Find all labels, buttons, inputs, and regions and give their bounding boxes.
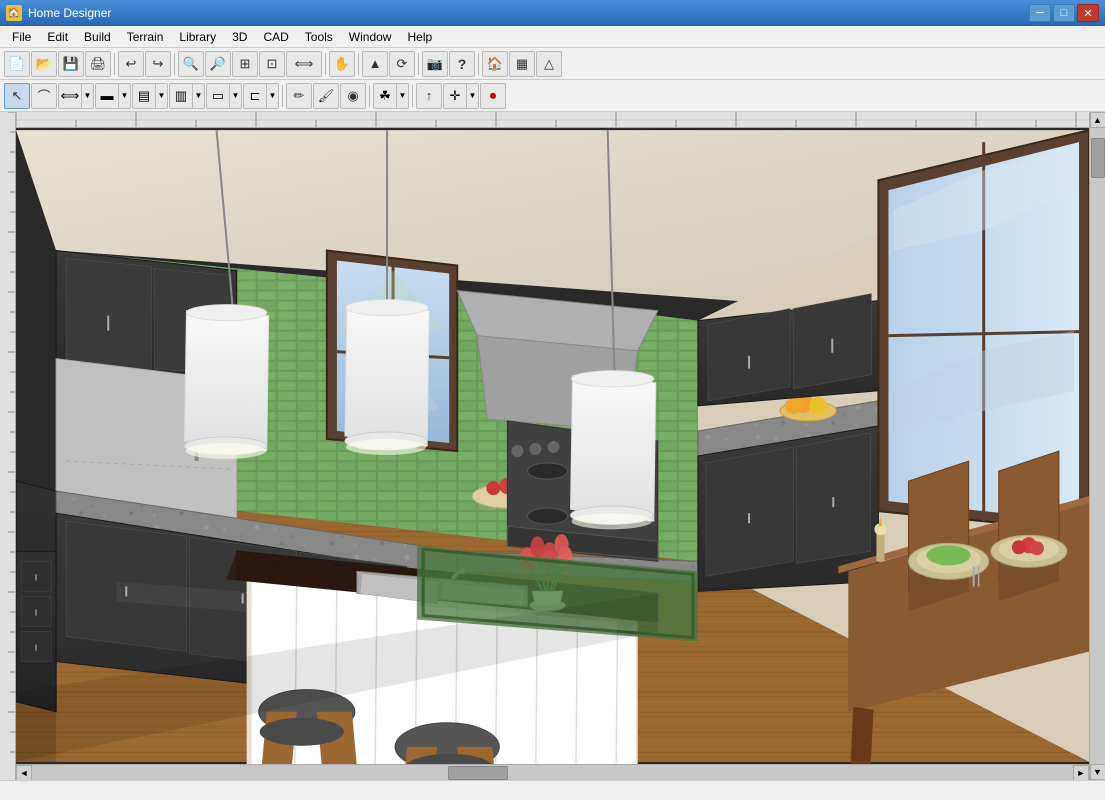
separator-2 <box>174 53 175 75</box>
toolbar-1: 📄 📂 💾 🖨 ↩ ↪ 🔍 🔎 ⊞ ⊡ ⟺ ✋ ▲ ⟳ 📷 ? 🏠 ▦ △ <box>0 48 1105 80</box>
transform-tool-dd[interactable]: ✛ ▼ <box>443 83 479 109</box>
fixture-dropdown-arrow: ▼ <box>266 84 278 108</box>
open-button[interactable]: 📂 <box>31 51 57 77</box>
select-tool[interactable]: ↖ <box>4 83 30 109</box>
zoom-in-button[interactable]: 🔍 <box>178 51 204 77</box>
menu-terrain[interactable]: Terrain <box>119 28 172 46</box>
title-bar: 🏠 Home Designer ─ □ ✕ <box>0 0 1105 26</box>
menu-cad[interactable]: CAD <box>255 28 296 46</box>
floor-plan-button[interactable]: ▦ <box>509 51 535 77</box>
appliance-tool-dd[interactable]: ▥ ▼ <box>169 83 205 109</box>
pan-button[interactable]: ✋ <box>329 51 355 77</box>
horizontal-scroll-track[interactable] <box>32 765 1073 780</box>
menu-3d[interactable]: 3D <box>224 28 255 46</box>
rotate-button[interactable]: ⟳ <box>389 51 415 77</box>
paint-tool[interactable]: 🖌 <box>313 83 339 109</box>
redo-button[interactable]: ↪ <box>145 51 171 77</box>
horizontal-scrollbar: ◄ ► <box>16 764 1089 780</box>
dimension-tool-dd[interactable]: ⟺ ▼ <box>58 83 94 109</box>
toolbar-2: ↖ ⌒ ⟺ ▼ ▬ ▼ ▤ ▼ ▥ ▼ ▭ ▼ ⊏ ▼ ✏ 🖌 ◉ ☘ ▼ ↑ … <box>0 80 1105 112</box>
cabinet-dropdown-arrow: ▼ <box>155 84 167 108</box>
menu-bar: File Edit Build Terrain Library 3D CAD T… <box>0 26 1105 48</box>
wall-icon: ▬ <box>96 84 118 108</box>
kitchen-render <box>16 128 1089 764</box>
menu-help[interactable]: Help <box>399 28 440 46</box>
horizontal-scroll-thumb[interactable] <box>448 766 508 780</box>
terrain-icon: ☘ <box>374 84 396 108</box>
separator-5 <box>418 53 419 75</box>
left-ruler <box>0 112 16 780</box>
menu-window[interactable]: Window <box>341 28 400 46</box>
print-button[interactable]: 🖨 <box>85 51 111 77</box>
fixture-tool-dd[interactable]: ⊏ ▼ <box>243 83 279 109</box>
3d-view[interactable] <box>16 128 1089 764</box>
door-dropdown-arrow: ▼ <box>229 84 241 108</box>
menu-library[interactable]: Library <box>171 28 224 46</box>
appliance-dropdown-arrow: ▼ <box>192 84 204 108</box>
menu-edit[interactable]: Edit <box>39 28 76 46</box>
dimension-dropdown-arrow: ▼ <box>81 84 93 108</box>
separator-4 <box>358 53 359 75</box>
appliance-icon: ▥ <box>170 84 192 108</box>
vertical-scroll-track[interactable] <box>1090 128 1105 764</box>
separator-t2-2 <box>369 85 370 107</box>
fit-button[interactable]: ⟺ <box>286 51 322 77</box>
zoom-out-button[interactable]: 🔎 <box>205 51 231 77</box>
undo-button[interactable]: ↩ <box>118 51 144 77</box>
window-controls: ─ □ ✕ <box>1029 4 1099 22</box>
separator-t2-1 <box>282 85 283 107</box>
cabinet-tool-dd[interactable]: ▤ ▼ <box>132 83 168 109</box>
scroll-left-button[interactable]: ◄ <box>16 765 32 781</box>
door-icon: ▭ <box>207 84 229 108</box>
vertical-scroll-thumb[interactable] <box>1091 138 1105 178</box>
separator-t2-3 <box>412 85 413 107</box>
top-ruler <box>16 112 1089 128</box>
maximize-button[interactable]: □ <box>1053 4 1075 22</box>
record-button[interactable]: ⏺ <box>480 83 506 109</box>
exterior-view-button[interactable]: 🏠 <box>482 51 508 77</box>
close-button[interactable]: ✕ <box>1077 4 1099 22</box>
door-tool-dd[interactable]: ▭ ▼ <box>206 83 242 109</box>
menu-build[interactable]: Build <box>76 28 119 46</box>
roof-button[interactable]: △ <box>536 51 562 77</box>
cabinet-icon: ▤ <box>133 84 155 108</box>
title-text: Home Designer <box>28 6 1029 20</box>
content-wrapper: ◄ ► <box>16 112 1089 780</box>
menu-file[interactable]: File <box>4 28 39 46</box>
app-icon: 🏠 <box>6 5 22 21</box>
menu-tools[interactable]: Tools <box>297 28 341 46</box>
material-tool[interactable]: ◉ <box>340 83 366 109</box>
new-button[interactable]: 📄 <box>4 51 30 77</box>
camera-button[interactable]: 📷 <box>422 51 448 77</box>
terrain-dropdown-arrow: ▼ <box>396 84 408 108</box>
separator-1 <box>114 53 115 75</box>
save-button[interactable]: 💾 <box>58 51 84 77</box>
separator-6 <box>478 53 479 75</box>
pen-tool[interactable]: ✏ <box>286 83 312 109</box>
terrain-tool-dd[interactable]: ☘ ▼ <box>373 83 409 109</box>
scroll-up-button[interactable]: ▲ <box>1090 112 1105 128</box>
transform-dropdown-arrow: ▼ <box>466 84 478 108</box>
transform-icon: ✛ <box>444 84 466 108</box>
zoom-full-button[interactable]: ⊡ <box>259 51 285 77</box>
help-button[interactable]: ? <box>449 51 475 77</box>
fixture-icon: ⊏ <box>244 84 266 108</box>
minimize-button[interactable]: ─ <box>1029 4 1051 22</box>
scroll-right-button[interactable]: ► <box>1073 765 1089 781</box>
dimension-icon: ⟺ <box>59 84 81 108</box>
north-arrow[interactable]: ↑ <box>416 83 442 109</box>
status-bar <box>0 780 1105 800</box>
draw-arc-tool[interactable]: ⌒ <box>31 83 57 109</box>
separator-3 <box>325 53 326 75</box>
vertical-scrollbar: ▲ ▼ <box>1089 112 1105 780</box>
elevation-button[interactable]: ▲ <box>362 51 388 77</box>
wall-dropdown-arrow: ▼ <box>118 84 130 108</box>
wall-tool-dd[interactable]: ▬ ▼ <box>95 83 131 109</box>
zoom-area-button[interactable]: ⊞ <box>232 51 258 77</box>
main-area: ◄ ► ▲ ▼ <box>0 112 1105 780</box>
scroll-down-button[interactable]: ▼ <box>1090 764 1105 780</box>
